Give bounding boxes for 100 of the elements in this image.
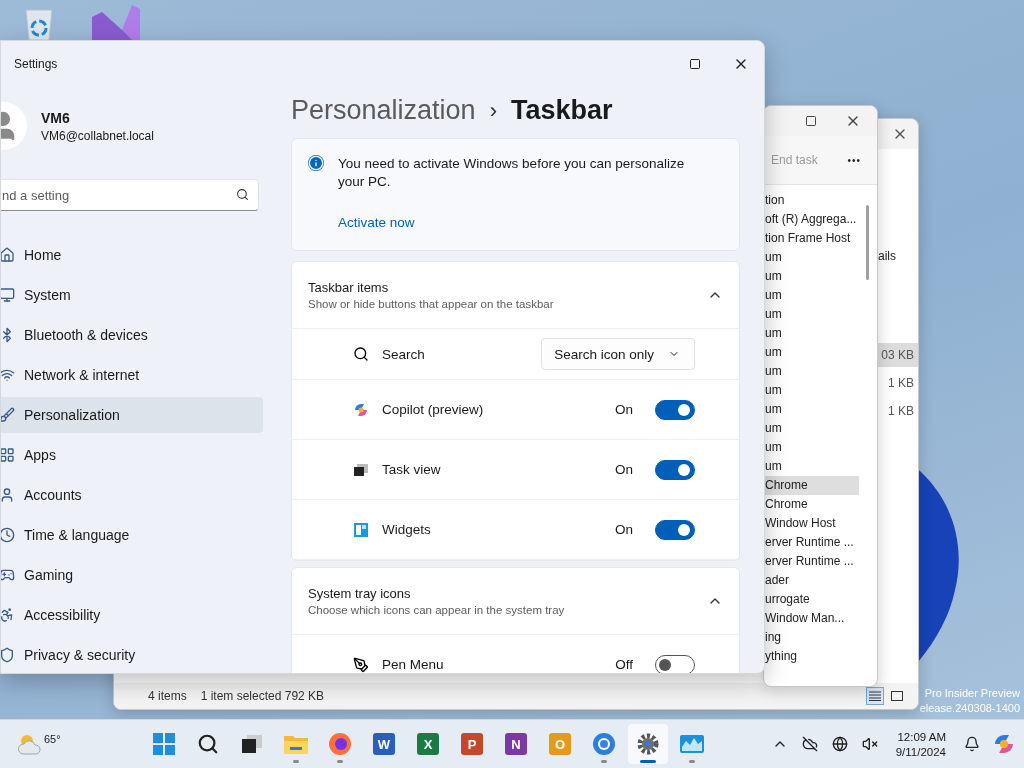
gear-icon xyxy=(637,733,659,755)
bell-icon[interactable] xyxy=(962,734,982,754)
notice-message: You need to activate Windows before you can personalize your PC. xyxy=(338,155,686,191)
office-app-icon: X xyxy=(417,733,439,755)
process-row[interactable]: oft (R) Aggrega... xyxy=(764,210,859,229)
toggle-state: Off xyxy=(615,657,633,672)
taskbar-app-button[interactable]: N xyxy=(496,724,536,764)
chart-window-icon xyxy=(680,735,704,753)
process-row[interactable]: um xyxy=(764,438,859,457)
file-size-cell[interactable]: 1 KB xyxy=(878,399,918,423)
item-count: 4 items xyxy=(148,689,187,703)
nav-item[interactable]: Apps xyxy=(1,437,263,473)
user-name: VM6 xyxy=(41,109,71,126)
taskview-icon xyxy=(242,735,262,753)
toggle-switch[interactable] xyxy=(655,654,695,673)
clock[interactable]: 12:09 AM 9/11/2024 xyxy=(895,730,946,758)
toggle-switch[interactable] xyxy=(655,399,695,420)
process-row[interactable]: ader xyxy=(764,571,859,590)
process-row[interactable]: um xyxy=(764,400,859,419)
window-title: Settings xyxy=(14,57,58,71)
clock-icon xyxy=(1,527,15,543)
person-icon xyxy=(1,487,15,503)
nav-item[interactable]: System xyxy=(1,277,263,313)
section-subtitle: Show or hide buttons that appear on the taskbar xyxy=(308,298,555,310)
nav-item[interactable]: Accounts xyxy=(1,477,263,513)
process-row[interactable]: tion xyxy=(764,191,859,210)
home-icon xyxy=(1,247,15,263)
ribbon-logo-icon[interactable] xyxy=(92,5,140,40)
setting-label: Pen Menu xyxy=(382,657,445,672)
process-row[interactable]: Chrome xyxy=(764,476,859,495)
toggle-state: On xyxy=(615,462,633,477)
scrollbar-thumb[interactable] xyxy=(866,205,869,280)
process-row[interactable]: urrogate xyxy=(764,590,859,609)
process-row[interactable]: um xyxy=(764,419,859,438)
process-row[interactable]: ing xyxy=(764,628,859,647)
gamepad-icon xyxy=(1,567,15,583)
nav-item[interactable]: Network & internet xyxy=(1,357,263,393)
search-icon[interactable] xyxy=(236,188,249,201)
process-row[interactable]: Window Host xyxy=(764,514,859,533)
dropdown[interactable]: Search icon only xyxy=(541,338,695,370)
nav-item[interactable]: Home xyxy=(1,237,263,273)
file-size-cell[interactable]: 03 KB xyxy=(878,343,918,367)
search-field[interactable]: nd a setting xyxy=(1,179,259,211)
process-row[interactable]: erver Runtime ... xyxy=(764,552,859,571)
chrome-icon xyxy=(593,733,615,755)
process-row[interactable]: um xyxy=(764,305,859,324)
taskbar-app-button[interactable] xyxy=(628,724,668,764)
breadcrumb-parent[interactable]: Personalization xyxy=(291,95,476,126)
nav-item[interactable]: Bluetooth & devices xyxy=(1,317,263,353)
temperature[interactable]: 65° xyxy=(44,733,61,745)
nav-item[interactable]: Personalization xyxy=(1,397,263,433)
page-title: Taskbar xyxy=(510,95,613,126)
setting-label: Copilot (preview) xyxy=(382,402,485,417)
user-email: VM6@collabnet.local xyxy=(41,128,154,143)
list-icon xyxy=(869,691,881,701)
office-app-icon: P xyxy=(461,733,483,755)
copilot-icon[interactable] xyxy=(992,732,1016,756)
monitor-icon xyxy=(1,287,15,303)
process-row[interactable]: um xyxy=(764,267,859,286)
widgets-icon xyxy=(352,520,370,539)
details-tab[interactable]: ails xyxy=(878,249,918,263)
nav-item[interactable]: Time & language xyxy=(1,517,263,553)
toggle-switch[interactable] xyxy=(655,519,695,540)
file-size-cell[interactable]: 1 KB xyxy=(878,371,918,395)
fox-globe-icon xyxy=(329,733,351,755)
toggle-switch[interactable] xyxy=(655,459,695,480)
section-title: System tray icons xyxy=(308,586,412,601)
taskbar-app-button[interactable]: P xyxy=(452,724,492,764)
office-app-icon: N xyxy=(505,733,527,755)
process-row[interactable]: um xyxy=(764,324,859,343)
brush-icon xyxy=(1,407,15,423)
process-row[interactable]: um xyxy=(764,362,859,381)
process-row[interactable]: tion Frame Host xyxy=(764,229,859,248)
process-row[interactable]: um xyxy=(764,248,859,267)
process-row[interactable]: um xyxy=(764,343,859,362)
details-view-button[interactable] xyxy=(866,687,884,705)
process-row[interactable]: erver Runtime ... xyxy=(764,533,859,552)
setting-label: Task view xyxy=(382,462,442,477)
toggle-state: On xyxy=(615,522,633,537)
nav-item[interactable]: Accessibility xyxy=(1,597,263,633)
breadcrumb-separator: › xyxy=(489,97,497,124)
taskbar-app-button[interactable]: X xyxy=(408,724,448,764)
square-icon xyxy=(891,691,903,701)
info-icon xyxy=(308,155,324,171)
process-row[interactable]: Window Man... xyxy=(764,609,859,628)
nav-item[interactable]: Gaming xyxy=(1,557,263,593)
office-app-icon: O xyxy=(549,733,571,755)
process-row[interactable]: um xyxy=(764,286,859,305)
process-row[interactable]: Chrome xyxy=(764,495,859,514)
nav-item[interactable]: Privacy & security xyxy=(1,637,263,673)
activate-link[interactable]: Activate now xyxy=(338,215,708,230)
setting-label: Widgets xyxy=(382,522,432,537)
more-button[interactable]: ••• xyxy=(847,154,861,166)
process-row[interactable]: ything xyxy=(764,647,859,666)
process-row[interactable]: um xyxy=(764,381,859,400)
process-row[interactable]: um xyxy=(764,457,859,476)
setting-label: Search xyxy=(382,346,426,362)
maximize-icon[interactable] xyxy=(805,115,817,127)
selection-info: 1 item selected 792 KB xyxy=(200,689,325,703)
taskbar-app-button[interactable]: W xyxy=(364,724,404,764)
